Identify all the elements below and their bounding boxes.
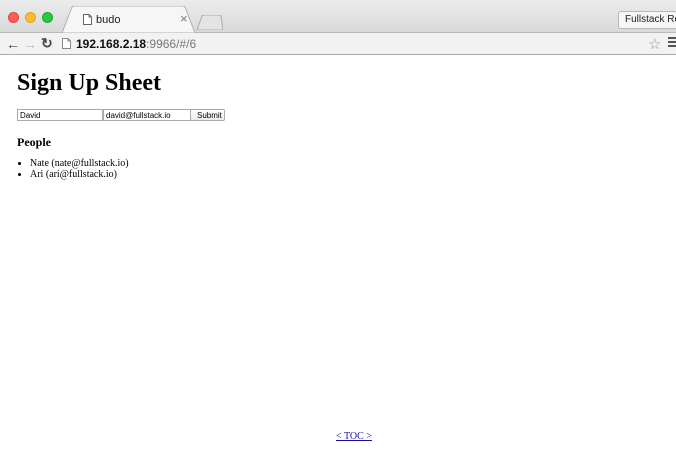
browser-tab-strip: budo × Fullstack React xyxy=(0,0,676,33)
menu-icon[interactable] xyxy=(668,37,676,49)
window-minimize-button[interactable] xyxy=(25,12,36,23)
person-item: Ari (ari@fullstack.io) xyxy=(30,169,129,180)
people-list: Nate (nate@fullstack.io) Ari (ari@fullst… xyxy=(17,158,129,180)
back-arrow-icon[interactable]: ← xyxy=(6,36,20,52)
url-path: :9966/#/6 xyxy=(146,37,197,51)
forward-arrow-icon[interactable]: → xyxy=(23,36,37,52)
bookmark-star-icon[interactable]: ☆ xyxy=(648,35,661,53)
new-tab-button[interactable] xyxy=(197,15,223,30)
tab-title: budo xyxy=(96,14,121,26)
tab-shape xyxy=(62,6,195,33)
person-item: Nate (nate@fullstack.io) xyxy=(30,158,129,169)
tab-close-icon[interactable]: × xyxy=(180,12,188,26)
address-bar[interactable]: 192.168.2.18:9966/#/6 xyxy=(58,35,668,53)
page-title: Sign Up Sheet xyxy=(17,70,162,96)
profile-button[interactable]: Fullstack React xyxy=(618,11,676,29)
page-icon xyxy=(83,14,92,25)
browser-tab[interactable]: budo × xyxy=(62,6,195,33)
toc-link[interactable]: < TOC > xyxy=(336,431,372,442)
people-heading: People xyxy=(17,135,51,149)
url-text[interactable]: 192.168.2.18:9966/#/6 xyxy=(76,36,196,52)
window-maximize-button[interactable] xyxy=(42,12,53,23)
url-host: 192.168.2.18 xyxy=(76,37,147,51)
reload-icon[interactable]: ↻ xyxy=(41,35,53,51)
page-icon xyxy=(62,38,71,49)
browser-toolbar: ← → ↻ 192.168.2.18:9966/#/6 xyxy=(0,33,676,55)
name-input[interactable] xyxy=(17,109,103,121)
submit-button[interactable]: Submit xyxy=(190,109,225,121)
window-close-button[interactable] xyxy=(8,12,19,23)
